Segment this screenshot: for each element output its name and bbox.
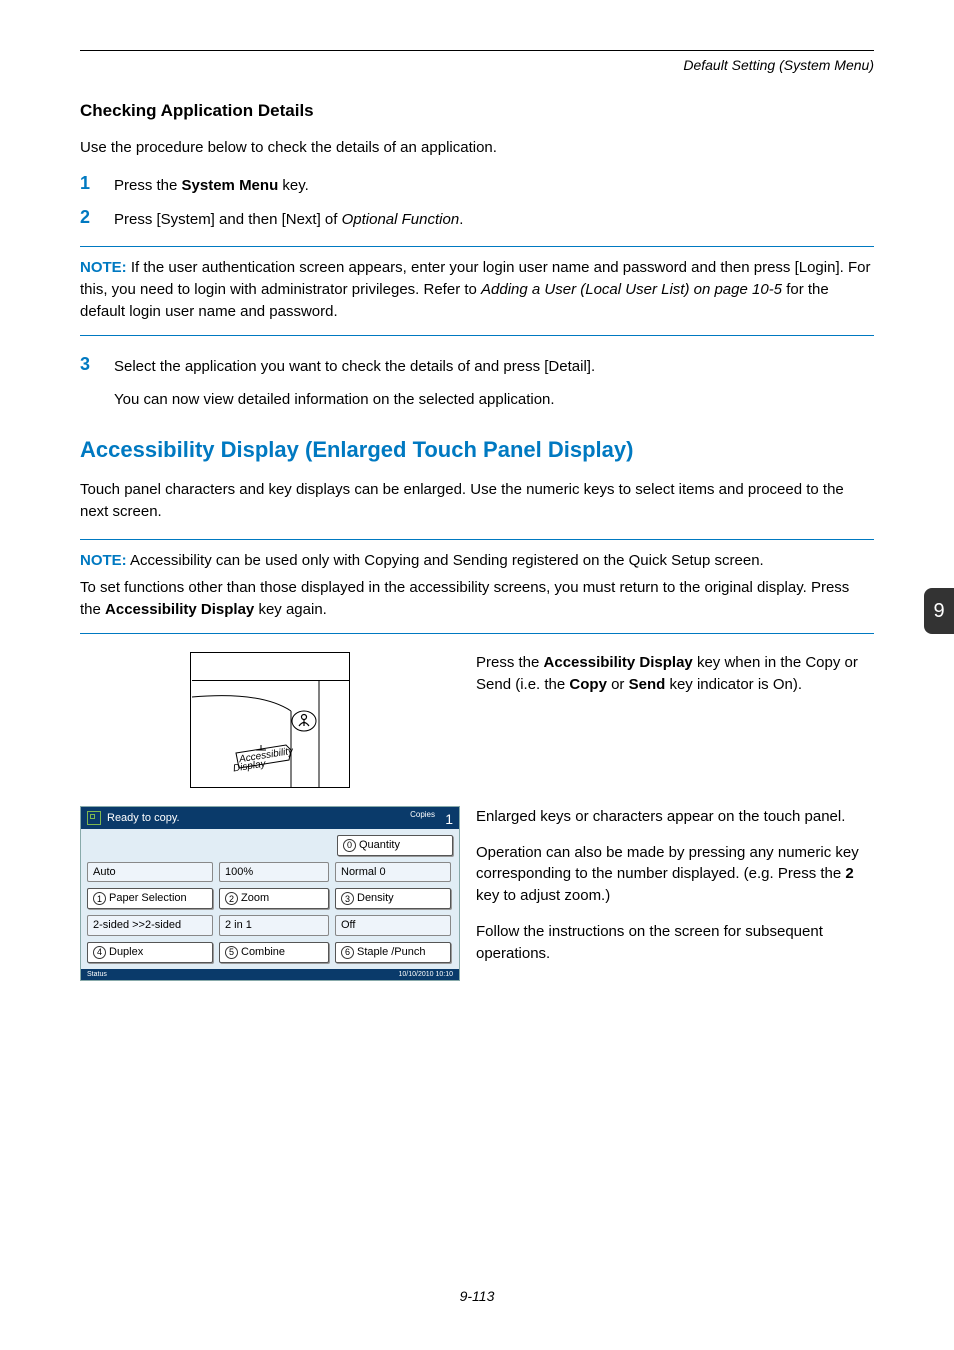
intro-text: Use the procedure below to check the det… (80, 137, 874, 159)
page-number: 9-113 (0, 1288, 954, 1304)
touch-panel: Ready to copy. Copies 1 0Quantity Auto 1… (80, 806, 460, 981)
copies-count: 1 (445, 811, 453, 827)
copies-label: Copies (410, 810, 435, 819)
note-block-1: NOTE: If the user authentication screen … (80, 246, 874, 335)
panel-title: Ready to copy. (107, 812, 180, 824)
step-number: 1 (80, 173, 114, 197)
panel-row: Ready to copy. Copies 1 0Quantity Auto 1… (80, 806, 874, 981)
note-label: NOTE: (80, 552, 127, 569)
combine-value: 2 in 1 (219, 915, 329, 936)
density-button[interactable]: 3Density (335, 888, 451, 909)
combine-button[interactable]: 5Combine (219, 942, 329, 963)
step-number: 3 (80, 354, 114, 412)
paper-value: Auto (87, 862, 213, 883)
section-heading-accessibility: Accessibility Display (Enlarged Touch Pa… (80, 437, 874, 463)
duplex-value: 2-sided >>2-sided (87, 915, 213, 936)
zoom-button[interactable]: 2Zoom (219, 888, 329, 909)
quantity-button[interactable]: 0Quantity (337, 835, 453, 856)
note-label: NOTE: (80, 259, 127, 276)
staple-punch-button[interactable]: 6Staple /Punch (335, 942, 451, 963)
chapter-tab: 9 (924, 588, 954, 634)
illustration-row: Accessibility Display Press the Accessib… (80, 652, 874, 788)
panel-header: Ready to copy. Copies 1 (81, 807, 459, 829)
step-number: 2 (80, 207, 114, 231)
copy-icon (87, 811, 101, 825)
section-heading-checking: Checking Application Details (80, 101, 874, 121)
right-text-1: Press the Accessibility Display key when… (460, 652, 874, 788)
step-3: 3 Select the application you want to che… (80, 354, 874, 412)
right-text-3: Operation can also be made by pressing a… (476, 842, 874, 907)
panel-status-bar: Status 10/10/2010 10:10 (81, 969, 459, 980)
note-block-2: NOTE: Accessibility can be used only wit… (80, 539, 874, 634)
step-1: 1 Press the System Menu key. (80, 173, 874, 197)
density-value: Normal 0 (335, 862, 451, 883)
right-text-4: Follow the instructions on the screen fo… (476, 921, 874, 965)
status-datetime: 10/10/2010 10:10 (399, 971, 454, 978)
status-label: Status (87, 971, 107, 978)
right-text-2: Enlarged keys or characters appear on th… (476, 806, 874, 828)
paper-selection-button[interactable]: 1Paper Selection (87, 888, 213, 909)
intro-text: Touch panel characters and key displays … (80, 479, 874, 523)
step-2: 2 Press [System] and then [Next] of Opti… (80, 207, 874, 231)
duplex-button[interactable]: 4Duplex (87, 942, 213, 963)
accessibility-key-illustration: Accessibility Display (190, 652, 350, 788)
running-head: Default Setting (System Menu) (80, 57, 874, 73)
staple-value: Off (335, 915, 451, 936)
zoom-value: 100% (219, 862, 329, 883)
